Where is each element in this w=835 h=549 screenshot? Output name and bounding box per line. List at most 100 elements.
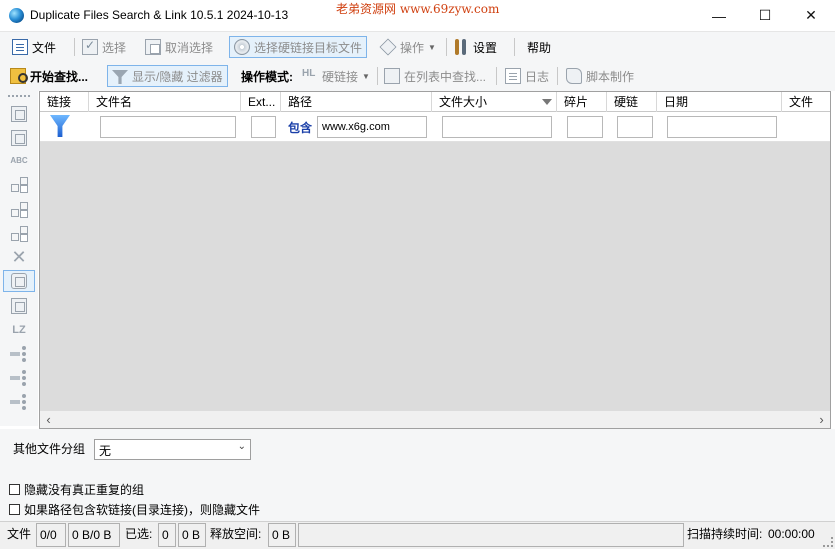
status-free-label: 释放空间:	[210, 527, 262, 541]
move-arrow-icon	[11, 298, 27, 314]
find-in-list-button[interactable]: 在列表中查找...	[384, 65, 486, 87]
cross-icon: ✕	[11, 246, 27, 267]
column-header-date[interactable]: 日期	[657, 92, 782, 112]
settings-button[interactable]: 设置	[453, 36, 497, 58]
scroll-left-icon[interactable]: ‹	[40, 411, 57, 428]
recycle-button[interactable]	[3, 270, 35, 292]
search-toolbar: 开始查找... 显示/隐藏 过滤器 操作模式: HL 硬链接 ▼ 在列表中查找.…	[0, 61, 835, 91]
column-header-file[interactable]: 文件	[782, 92, 830, 112]
start-search-label: 开始查找...	[30, 69, 89, 84]
script-button[interactable]: 脚本制作	[566, 65, 634, 87]
find-in-list-label: 在列表中查找...	[404, 69, 487, 84]
options-panel: 其他文件分组 无 ⌄ 隐藏没有真正重复的组 如果路径包含软链接(目录连接)，则隐…	[0, 429, 835, 521]
settings-label: 设置	[473, 40, 498, 55]
remove-group-button[interactable]	[6, 127, 32, 149]
status-selected-size: 0 B	[178, 523, 206, 547]
hide-softlink-paths-label: 如果路径包含软链接(目录连接)，则隐藏文件	[24, 503, 260, 517]
toolbar-grip[interactable]	[8, 95, 30, 97]
funnel-icon	[112, 68, 128, 84]
grid-header: 链接 文件名 Ext... 路径 文件大小 碎片 硬链 日期 文件	[40, 92, 830, 112]
status-progress-area	[298, 523, 684, 547]
results-grid[interactable]: 链接 文件名 Ext... 路径 文件大小 碎片 硬链 日期 文件 包含 ‹ ›	[39, 91, 831, 429]
filename-filter-input[interactable]	[100, 116, 236, 138]
left-toolbar: ABC ✕ LZ	[0, 91, 38, 426]
column-header-ext[interactable]: Ext...	[241, 92, 281, 112]
minimize-button[interactable]: —	[696, 0, 742, 31]
add-group-icon	[11, 106, 27, 122]
hide-non-dup-groups-label: 隐藏没有真正重复的组	[24, 483, 145, 497]
column-header-hardlinks[interactable]: 硬链	[607, 92, 657, 112]
column-header-filesize[interactable]: 文件大小	[432, 92, 557, 112]
tree-expand-button[interactable]	[6, 173, 32, 195]
toolbar-separator	[514, 38, 515, 56]
maximize-icon: ☐	[758, 7, 772, 23]
document-icon	[12, 39, 28, 55]
operations-icon	[379, 38, 397, 56]
bar-button-2[interactable]	[6, 391, 32, 413]
mode-dropdown[interactable]: HL 硬链接 ▼	[302, 65, 370, 87]
tree-expand-icon	[10, 176, 28, 192]
bar-button-1[interactable]	[6, 343, 32, 365]
filter-bar-button[interactable]	[6, 367, 32, 389]
lz-button[interactable]: LZ	[6, 319, 32, 341]
other-group-value: 无	[99, 444, 112, 458]
delete-button[interactable]: ✕	[6, 246, 32, 268]
other-group-select[interactable]: 无 ⌄	[94, 439, 251, 460]
minimize-icon: —	[712, 7, 726, 24]
status-files-count: 0/0	[36, 523, 66, 547]
close-button[interactable]: ✕	[788, 0, 834, 31]
hardlinks-filter-input[interactable]	[617, 116, 653, 138]
filter-bar-icon	[10, 370, 28, 386]
column-header-filename[interactable]: 文件名	[89, 92, 241, 112]
select-hardlink-target-button[interactable]: 选择硬链接目标文件	[229, 36, 368, 58]
toolbar-separator	[496, 67, 497, 85]
column-header-fragments[interactable]: 碎片	[557, 92, 607, 112]
operations-dropdown-button[interactable]: 操作 ▼	[379, 36, 436, 58]
tree-remove-button[interactable]	[6, 222, 32, 244]
horizontal-scrollbar[interactable]: ‹ ›	[40, 411, 830, 428]
lz-icon: LZ	[12, 324, 26, 336]
scroll-right-icon[interactable]: ›	[813, 411, 830, 428]
move-button[interactable]	[6, 295, 32, 317]
script-icon	[566, 68, 582, 84]
log-button[interactable]: 日志	[505, 65, 549, 87]
select-label: 选择	[102, 40, 127, 55]
main-toolbar: 文件 选择 取消选择 选择硬链接目标文件 操作 ▼ 设置 帮助	[0, 31, 835, 61]
start-search-button[interactable]: 开始查找...	[10, 65, 88, 87]
deselect-label: 取消选择	[165, 40, 214, 55]
deselect-button[interactable]: 取消选择	[145, 36, 213, 58]
date-filter-input[interactable]	[667, 116, 777, 138]
add-group-button[interactable]	[6, 103, 32, 125]
tree-remove-icon	[10, 225, 28, 241]
tree-collapse-button[interactable]	[6, 198, 32, 220]
status-bar: 文件 0/0 0 B/0 B 已选: 0 0 B 释放空间: 0 B 扫描持续时…	[0, 521, 835, 549]
select-button[interactable]: 选择	[82, 36, 126, 58]
toggle-filters-button[interactable]: 显示/隐藏 过滤器	[107, 65, 228, 87]
filter-row: 包含	[40, 112, 830, 142]
path-filter-input[interactable]	[317, 116, 427, 138]
window-title: Duplicate Files Search & Link 10.5.1 202…	[30, 8, 289, 22]
filter-funnel-icon[interactable]	[50, 115, 70, 137]
maximize-button[interactable]: ☐	[742, 0, 788, 31]
script-label: 脚本制作	[586, 69, 635, 84]
folder-search-icon	[10, 68, 28, 84]
sort-desc-icon	[542, 99, 552, 105]
file-menu-button[interactable]: 文件	[12, 36, 56, 58]
resize-grip[interactable]	[823, 537, 833, 547]
hide-non-dup-groups-checkbox[interactable]: 隐藏没有真正重复的组	[9, 481, 144, 498]
path-contains-label: 包含	[288, 121, 313, 135]
ext-filter-input[interactable]	[251, 116, 276, 138]
toolbar-separator	[74, 38, 75, 56]
column-header-path[interactable]: 路径	[281, 92, 432, 112]
toolbar-separator	[446, 38, 447, 56]
abc-sort-button[interactable]: ABC	[6, 149, 32, 171]
column-header-link[interactable]: 链接	[40, 92, 89, 112]
filesize-filter-input[interactable]	[442, 116, 552, 138]
help-button[interactable]: 帮助	[527, 36, 551, 58]
chevron-down-icon: ▼	[362, 71, 370, 81]
abc-icon: ABC	[10, 155, 28, 165]
recycle-bin-icon	[11, 273, 27, 289]
fragments-filter-input[interactable]	[567, 116, 603, 138]
title-bar: Duplicate Files Search & Link 10.5.1 202…	[0, 0, 835, 31]
hide-softlink-paths-checkbox[interactable]: 如果路径包含软链接(目录连接)，则隐藏文件	[9, 501, 260, 518]
